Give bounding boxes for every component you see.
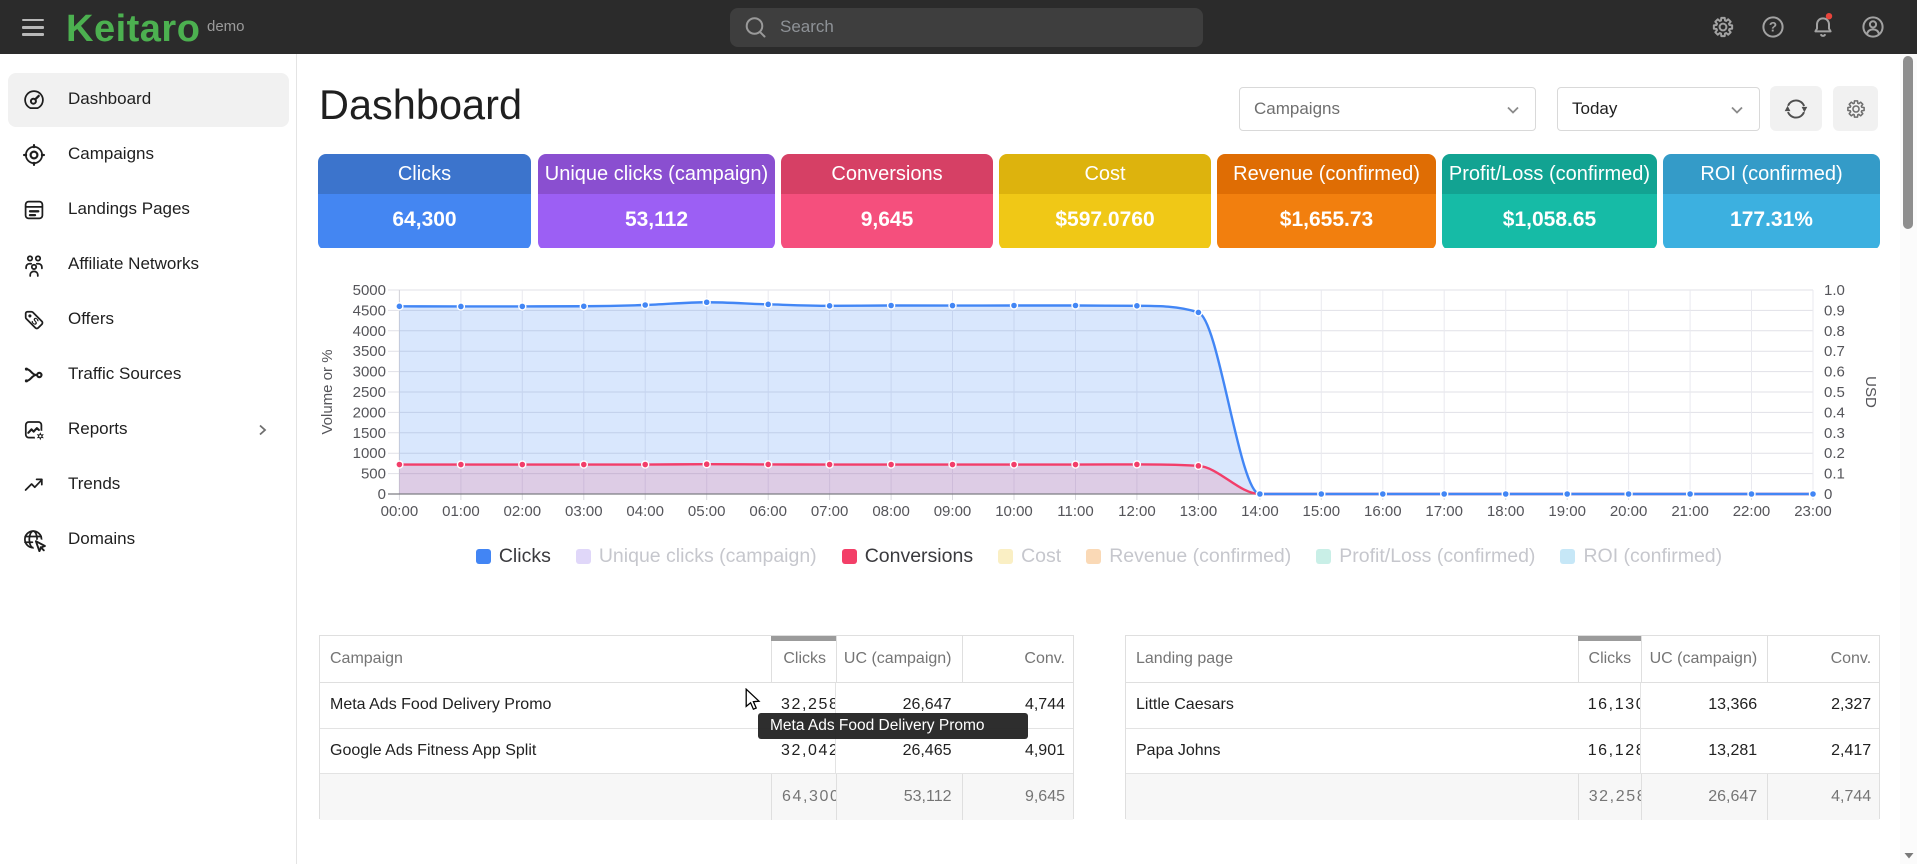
svg-text:500: 500 — [361, 466, 386, 483]
svg-text:15:00: 15:00 — [1303, 503, 1341, 520]
svg-text:06:00: 06:00 — [749, 503, 787, 520]
svg-text:3000: 3000 — [353, 364, 386, 381]
svg-text:?: ? — [1769, 20, 1777, 35]
svg-text:1000: 1000 — [353, 445, 386, 462]
svg-text:03:00: 03:00 — [565, 503, 603, 520]
svg-text:0: 0 — [378, 486, 386, 503]
svg-text:17:00: 17:00 — [1425, 503, 1463, 520]
svg-text:14:00: 14:00 — [1241, 503, 1279, 520]
svg-text:0.9: 0.9 — [1824, 302, 1845, 319]
svg-text:1500: 1500 — [353, 425, 386, 442]
svg-text:12:00: 12:00 — [1118, 503, 1156, 520]
svg-text:05:00: 05:00 — [688, 503, 726, 520]
svg-text:0.6: 0.6 — [1824, 364, 1845, 381]
svg-text:07:00: 07:00 — [811, 503, 849, 520]
svg-text:2000: 2000 — [353, 404, 386, 421]
svg-text:22:00: 22:00 — [1733, 503, 1771, 520]
svg-text:0.3: 0.3 — [1824, 425, 1845, 442]
svg-text:23:00: 23:00 — [1794, 503, 1832, 520]
svg-text:10:00: 10:00 — [995, 503, 1033, 520]
svg-text:01:00: 01:00 — [442, 503, 480, 520]
svg-text:2500: 2500 — [353, 384, 386, 401]
svg-text:13:00: 13:00 — [1180, 503, 1218, 520]
svg-text:00:00: 00:00 — [381, 503, 419, 520]
svg-text:16:00: 16:00 — [1364, 503, 1402, 520]
svg-text:08:00: 08:00 — [872, 503, 910, 520]
svg-text:02:00: 02:00 — [504, 503, 542, 520]
svg-text:3500: 3500 — [353, 343, 386, 360]
svg-text:19:00: 19:00 — [1548, 503, 1586, 520]
svg-text:4500: 4500 — [353, 302, 386, 319]
svg-text:18:00: 18:00 — [1487, 503, 1525, 520]
svg-text:5000: 5000 — [353, 282, 386, 299]
svg-text:0.1: 0.1 — [1824, 466, 1845, 483]
svg-text:USD: USD — [1862, 376, 1879, 408]
svg-text:04:00: 04:00 — [626, 503, 664, 520]
svg-text:09:00: 09:00 — [934, 503, 972, 520]
svg-text:0.2: 0.2 — [1824, 445, 1845, 462]
svg-text:0.4: 0.4 — [1824, 404, 1845, 421]
svg-text:21:00: 21:00 — [1671, 503, 1709, 520]
svg-text:0.7: 0.7 — [1824, 343, 1845, 360]
svg-text:Volume or %: Volume or % — [319, 349, 336, 434]
svg-text:4000: 4000 — [353, 323, 386, 340]
svg-text:0.5: 0.5 — [1824, 384, 1845, 401]
svg-text:11:00: 11:00 — [1057, 503, 1093, 520]
svg-text:0.8: 0.8 — [1824, 323, 1845, 340]
svg-text:0: 0 — [1824, 486, 1832, 503]
svg-text:20:00: 20:00 — [1610, 503, 1648, 520]
svg-text:1.0: 1.0 — [1824, 282, 1845, 299]
